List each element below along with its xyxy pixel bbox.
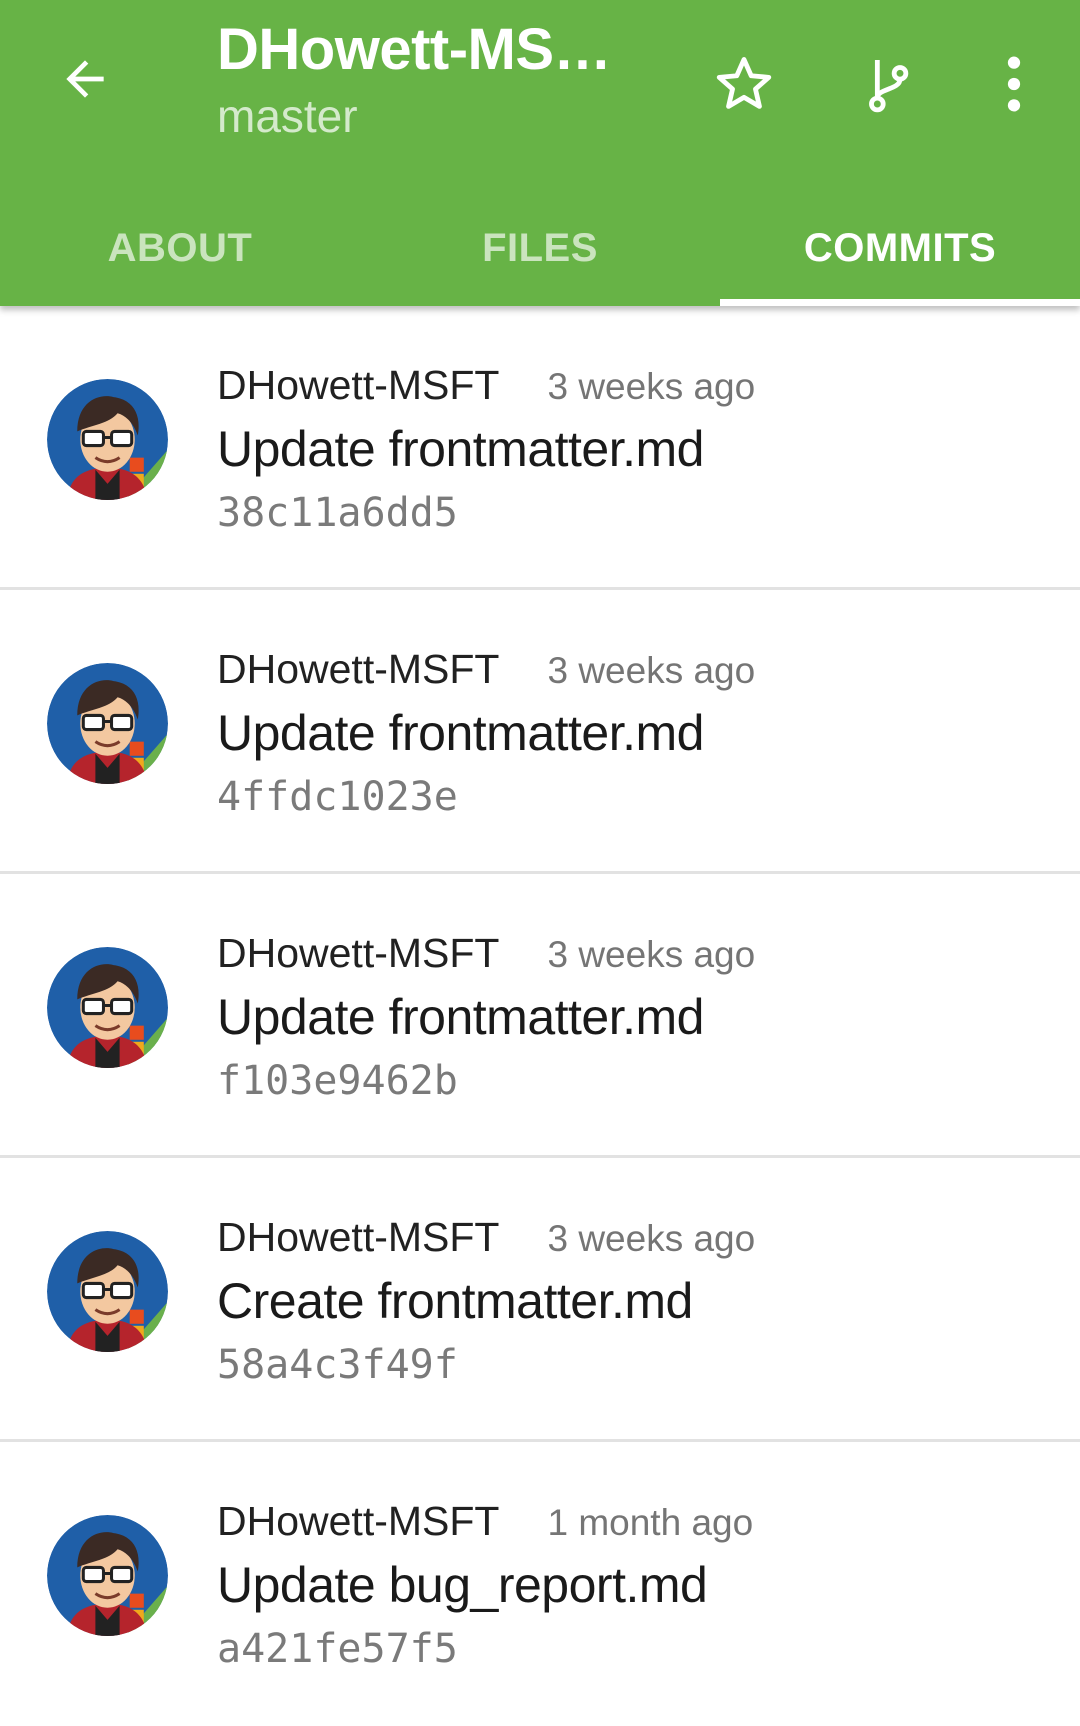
title-block: DHowett-MSF… master — [217, 14, 637, 144]
avatar[interactable] — [47, 1515, 168, 1636]
commit-author: DHowett-MSFT — [217, 930, 500, 976]
commit-list: DHowett-MSFT 3 weeks ago Update frontmat… — [0, 306, 1080, 1726]
commit-time: 3 weeks ago — [547, 650, 756, 691]
avatar[interactable] — [47, 1231, 168, 1352]
commit-time: 1 month ago — [547, 1502, 754, 1543]
commit-message: Create frontmatter.md — [217, 1273, 693, 1329]
commit-time: 3 weeks ago — [547, 934, 756, 975]
commit-meta: DHowett-MSFT 3 weeks ago — [217, 646, 755, 693]
commit-sha: 4ffdc1023e — [217, 774, 458, 820]
tab-about[interactable]: ABOUT — [0, 190, 360, 306]
user-avatar-icon — [47, 663, 168, 784]
commit-row[interactable]: DHowett-MSFT 3 weeks ago Update frontmat… — [0, 306, 1080, 590]
avatar[interactable] — [47, 947, 168, 1068]
commit-author: DHowett-MSFT — [217, 646, 500, 692]
back-button[interactable] — [50, 44, 120, 114]
avatar[interactable] — [47, 379, 168, 500]
commit-author: DHowett-MSFT — [217, 1214, 500, 1260]
commit-row[interactable]: DHowett-MSFT 3 weeks ago Update frontmat… — [0, 874, 1080, 1158]
git-branch-icon — [869, 60, 909, 113]
star-outline-icon — [716, 57, 772, 109]
app-bar: DHowett-MSF… master ABOUT FILES COMMITS — [0, 0, 1080, 306]
more-vertical-icon — [1007, 56, 1021, 112]
branch-name: master — [217, 90, 358, 142]
more-options-button[interactable] — [974, 44, 1054, 124]
commit-sha: 58a4c3f49f — [217, 1342, 458, 1388]
star-button[interactable] — [704, 44, 784, 124]
user-avatar-icon — [47, 379, 168, 500]
commit-row[interactable]: DHowett-MSFT 3 weeks ago Create frontmat… — [0, 1158, 1080, 1442]
commit-sha: a421fe57f5 — [217, 1626, 458, 1672]
commit-message: Update frontmatter.md — [217, 989, 704, 1045]
commit-author: DHowett-MSFT — [217, 362, 500, 408]
tab-commits[interactable]: COMMITS — [720, 190, 1080, 306]
commit-meta: DHowett-MSFT 3 weeks ago — [217, 362, 755, 409]
commit-message: Update frontmatter.md — [217, 421, 704, 477]
branch-button[interactable] — [848, 44, 928, 124]
user-avatar-icon — [47, 1231, 168, 1352]
tab-files[interactable]: FILES — [360, 190, 720, 306]
commit-meta: DHowett-MSFT 3 weeks ago — [217, 1214, 755, 1261]
user-avatar-icon — [47, 1515, 168, 1636]
commit-meta: DHowett-MSFT 1 month ago — [217, 1498, 753, 1545]
tab-bar: ABOUT FILES COMMITS — [0, 190, 1080, 306]
avatar[interactable] — [47, 663, 168, 784]
commit-time: 3 weeks ago — [547, 1218, 756, 1259]
commit-message: Update bug_report.md — [217, 1557, 708, 1613]
commit-sha: 38c11a6dd5 — [217, 490, 458, 536]
user-avatar-icon — [47, 947, 168, 1068]
commit-row[interactable]: DHowett-MSFT 3 weeks ago Update frontmat… — [0, 590, 1080, 874]
commit-author: DHowett-MSFT — [217, 1498, 500, 1544]
commit-sha: f103e9462b — [217, 1058, 458, 1104]
commit-meta: DHowett-MSFT 3 weeks ago — [217, 930, 755, 977]
repo-title: DHowett-MSF… — [217, 17, 637, 82]
commit-message: Update frontmatter.md — [217, 705, 704, 761]
commit-time: 3 weeks ago — [547, 366, 756, 407]
arrow-back-icon — [66, 60, 104, 98]
commit-row[interactable]: DHowett-MSFT 1 month ago Update bug_repo… — [0, 1442, 1080, 1726]
